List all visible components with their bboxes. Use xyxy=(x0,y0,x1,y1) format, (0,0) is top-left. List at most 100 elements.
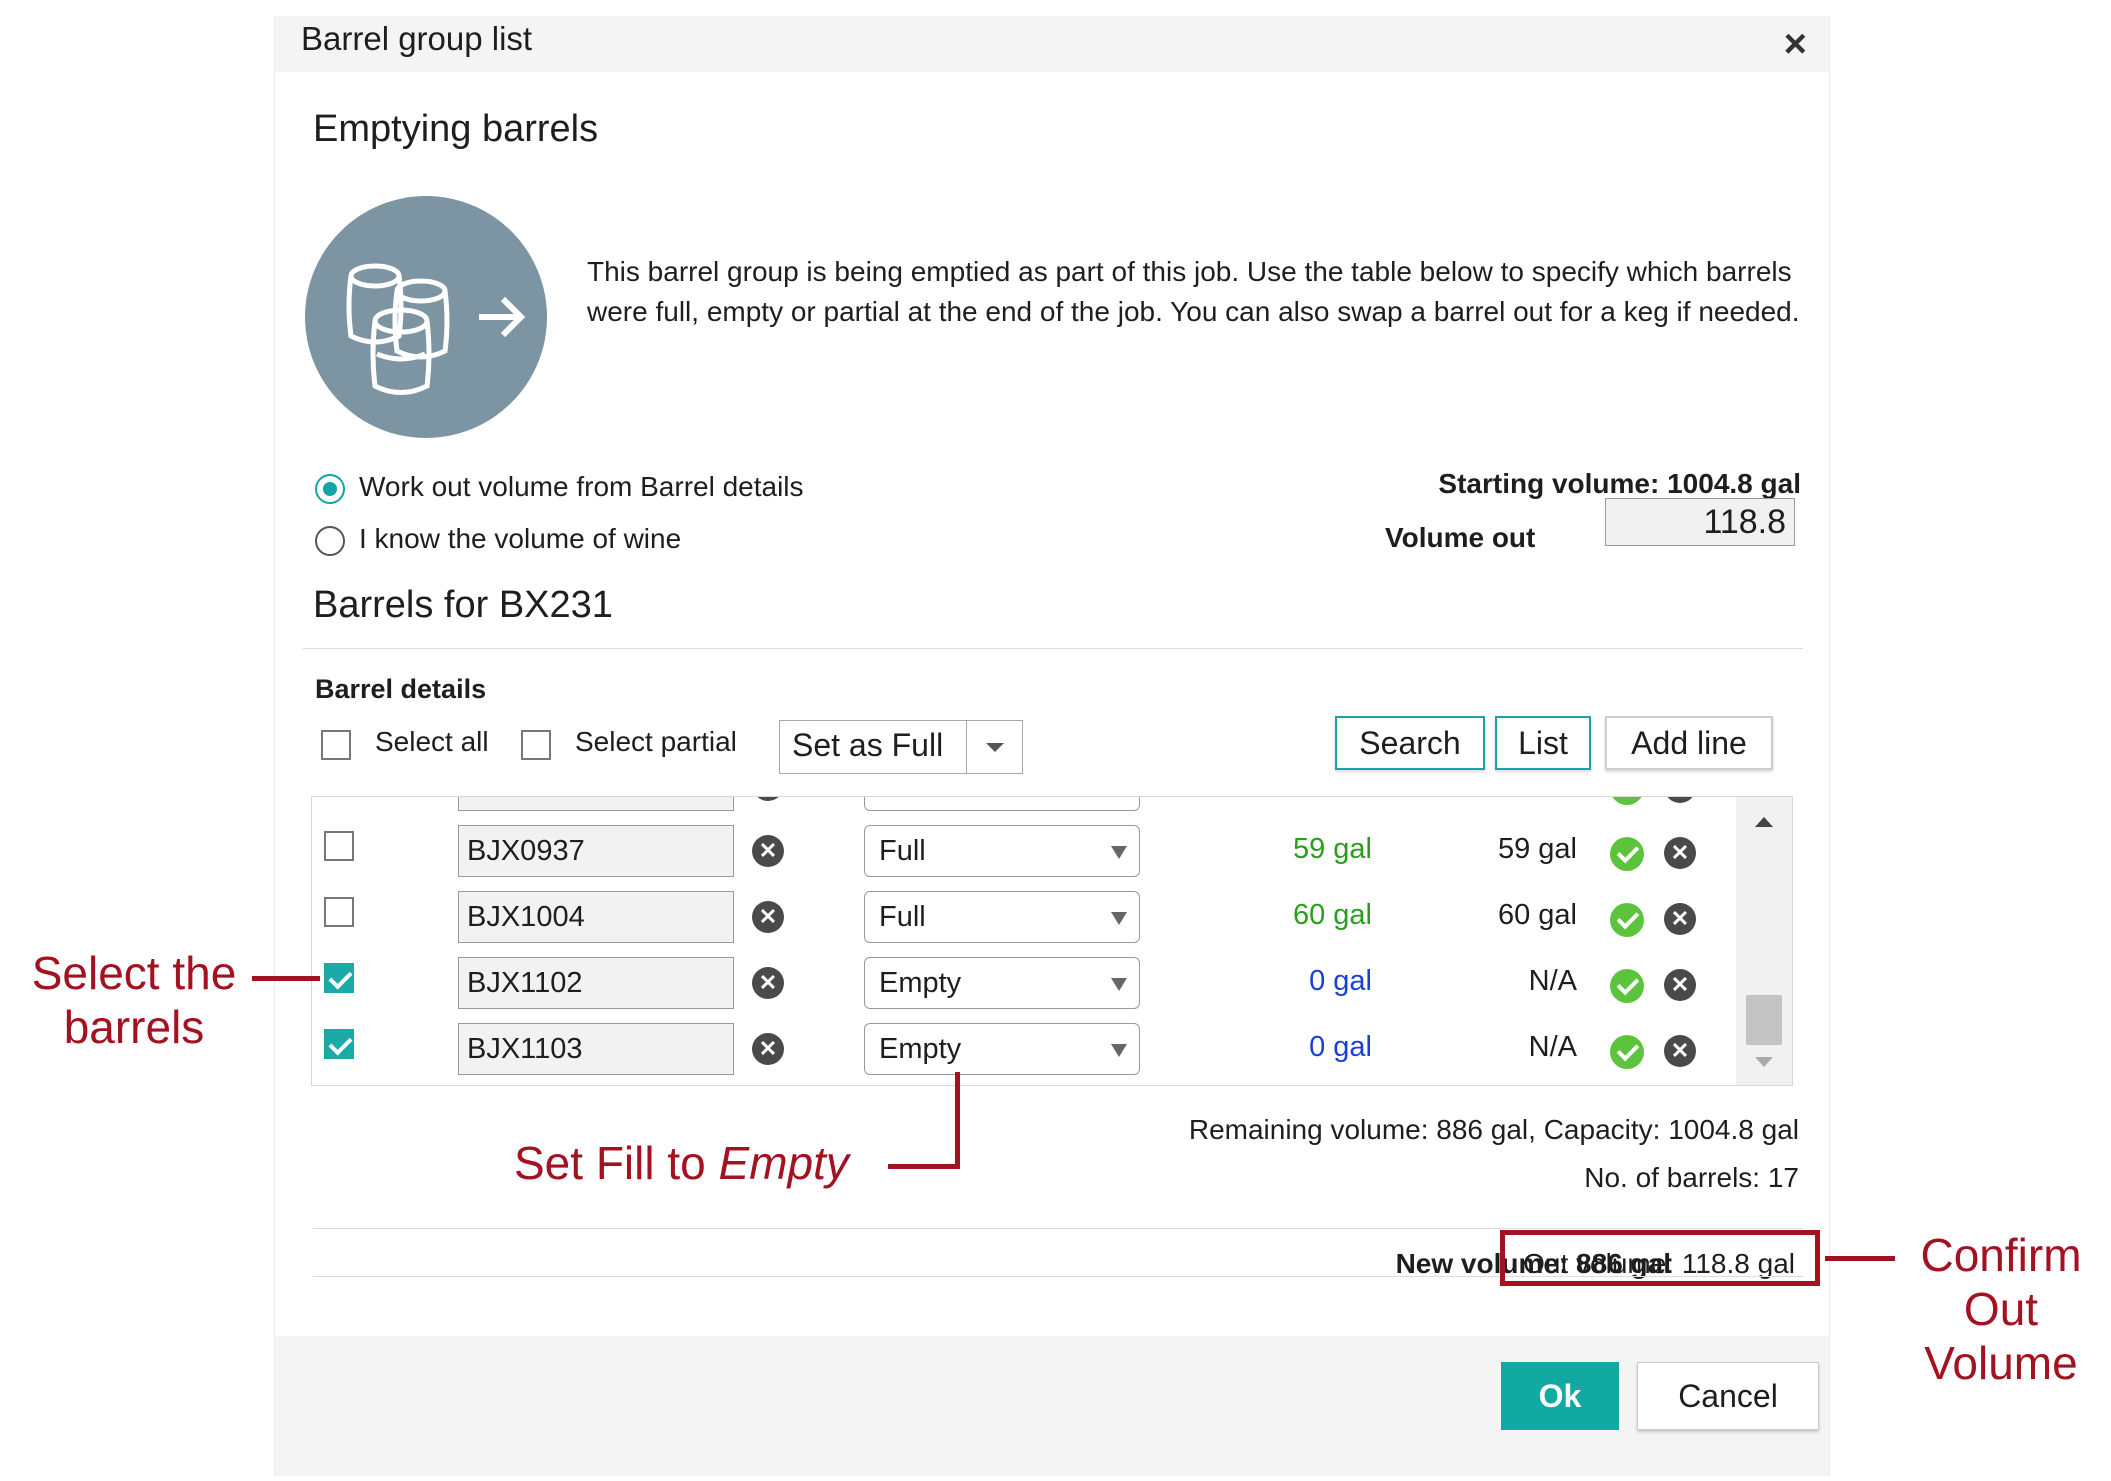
fill-volume: 0 gal xyxy=(1309,1031,1372,1063)
barrels-emptying-icon xyxy=(305,196,547,438)
delete-row-icon[interactable]: ✕ xyxy=(1664,797,1696,803)
close-icon[interactable]: × xyxy=(1784,24,1807,64)
delete-row-icon[interactable]: ✕ xyxy=(1664,837,1696,869)
check-icon xyxy=(1610,903,1644,937)
annotation-select-line xyxy=(252,976,320,981)
dialog-title: Barrel group list xyxy=(301,20,533,57)
work-out-volume-radio[interactable] xyxy=(315,474,345,504)
barrel-id-field[interactable] xyxy=(458,797,734,811)
annotation-confirm-line2: Out xyxy=(1963,1283,2039,1335)
fill-value: Empty xyxy=(879,1033,962,1065)
remove-barrel-icon[interactable]: ✕ xyxy=(752,901,784,933)
fill-value: Empty xyxy=(879,967,962,999)
set-as-separator xyxy=(966,721,967,773)
chevron-down-icon xyxy=(1111,912,1127,925)
fill-select[interactable]: Empty xyxy=(864,1023,1140,1075)
delete-row-icon[interactable]: ✕ xyxy=(1664,903,1696,935)
out-volume-highlight xyxy=(1500,1230,1820,1286)
annotation-select-line1: Select the xyxy=(31,947,237,999)
table-row: BJX1004 ✕ Full 60 gal 60 gal ✕ xyxy=(312,883,1732,949)
set-as-label: Set as Full xyxy=(792,727,944,763)
barrel-id-field[interactable]: BJX0937 xyxy=(458,825,734,877)
delete-row-icon[interactable]: ✕ xyxy=(1664,1035,1696,1067)
annotation-set-fill: Set Fill to Empty xyxy=(514,1136,894,1190)
current-volume: 60 gal xyxy=(1497,899,1577,931)
set-as-dropdown[interactable]: Set as Full xyxy=(779,720,1023,774)
table-row: BJX1102 ✕ Empty 0 gal N/A ✕ xyxy=(312,949,1732,1015)
ok-button[interactable]: Ok xyxy=(1501,1362,1619,1430)
heading-divider xyxy=(303,648,1803,649)
select-partial-label: Select partial xyxy=(575,726,737,757)
table-scrollbar[interactable] xyxy=(1736,797,1792,1085)
fill-select[interactable]: Empty xyxy=(864,957,1140,1009)
scroll-down-icon[interactable] xyxy=(1755,1057,1773,1067)
chevron-down-icon xyxy=(986,743,1004,752)
annotation-set-fill-text: Set Fill to xyxy=(514,1137,719,1189)
starting-volume: Starting volume: 1004.8 gal xyxy=(1438,468,1801,499)
remove-barrel-icon[interactable]: ✕ xyxy=(752,835,784,867)
cancel-button[interactable]: Cancel xyxy=(1637,1362,1819,1430)
remaining-volume: Remaining volume: 886 gal, Capacity: 100… xyxy=(1188,1114,1799,1145)
remove-barrel-icon[interactable]: ✕ xyxy=(752,967,784,999)
barrel-id-field[interactable]: BJX1004 xyxy=(458,891,734,943)
annotation-confirm-line xyxy=(1825,1256,1895,1261)
fill-value: Full xyxy=(879,835,926,867)
select-all-label: Select all xyxy=(375,726,489,757)
annotation-confirm-line1: Confirm xyxy=(1920,1229,2082,1281)
fill-volume: 60 gal xyxy=(1292,899,1372,931)
list-button[interactable]: List xyxy=(1495,716,1591,770)
barrel-id-field[interactable]: BJX1102 xyxy=(458,957,734,1009)
scroll-up-icon[interactable] xyxy=(1755,817,1773,827)
search-button[interactable]: Search xyxy=(1335,716,1485,770)
select-all-checkbox[interactable] xyxy=(321,730,351,760)
check-icon xyxy=(1610,1035,1644,1069)
fill-value: Full xyxy=(879,901,926,933)
annotation-confirm-line3: Volume xyxy=(1924,1337,2078,1389)
table-row-partial: ✕ ✕ xyxy=(312,797,1732,817)
annotation-set-fill-line-h xyxy=(888,1164,960,1169)
fill-select[interactable]: Full xyxy=(864,825,1140,877)
barrel-count: No. of barrels: 17 xyxy=(1584,1162,1799,1193)
row-checkbox[interactable] xyxy=(324,831,354,861)
row-checkbox[interactable] xyxy=(324,897,354,927)
remove-barrel-icon[interactable]: ✕ xyxy=(752,797,784,801)
barrel-id-field[interactable]: BJX1103 xyxy=(458,1023,734,1075)
barrel-table: ✕ ✕ BJX0937 ✕ Full 59 gal 59 gal ✕ BJX10… xyxy=(311,796,1793,1086)
chevron-down-icon xyxy=(1111,1044,1127,1057)
know-volume-label: I know the volume of wine xyxy=(359,523,682,554)
check-icon xyxy=(1610,797,1644,805)
annotation-select-line2: barrels xyxy=(63,1001,205,1053)
barrel-details-label: Barrel details xyxy=(315,674,487,704)
chevron-down-icon xyxy=(1111,846,1127,859)
annotation-select-barrels: Select the barrels xyxy=(16,946,252,1054)
row-checkbox[interactable] xyxy=(324,1029,354,1059)
current-volume: 59 gal xyxy=(1497,833,1577,865)
add-line-button[interactable]: Add line xyxy=(1605,716,1773,770)
volume-out-label: Volume out xyxy=(1385,522,1536,553)
dialog-titlebar: Barrel group list × xyxy=(275,16,1829,72)
annotation-confirm-out-volume: Confirm Out Volume xyxy=(1896,1228,2106,1390)
section-heading: Emptying barrels xyxy=(313,108,599,150)
remove-barrel-icon[interactable]: ✕ xyxy=(752,1033,784,1065)
current-volume: N/A xyxy=(1528,1031,1577,1063)
table-row: BJX0937 ✕ Full 59 gal 59 gal ✕ xyxy=(312,817,1732,883)
chevron-down-icon xyxy=(1111,978,1127,991)
row-checkbox[interactable] xyxy=(324,963,354,993)
summary-divider-top xyxy=(313,1228,1803,1229)
fill-select[interactable] xyxy=(864,797,1140,811)
fill-volume: 59 gal xyxy=(1292,833,1372,865)
annotation-set-fill-em: Empty xyxy=(718,1137,849,1189)
scroll-thumb[interactable] xyxy=(1746,995,1782,1045)
barrels-heading: Barrels for BX231 xyxy=(313,584,613,626)
fill-volume: 0 gal xyxy=(1309,965,1372,997)
current-volume: N/A xyxy=(1528,965,1577,997)
annotation-set-fill-line-v xyxy=(955,1072,960,1169)
delete-row-icon[interactable]: ✕ xyxy=(1664,969,1696,1001)
select-partial-checkbox[interactable] xyxy=(521,730,551,760)
know-volume-radio[interactable] xyxy=(315,526,345,556)
fill-select[interactable]: Full xyxy=(864,891,1140,943)
section-description: This barrel group is being emptied as pa… xyxy=(587,256,1800,327)
check-icon xyxy=(1610,969,1644,1003)
check-icon xyxy=(1610,837,1644,871)
volume-out-input[interactable]: 118.8 xyxy=(1605,498,1795,546)
